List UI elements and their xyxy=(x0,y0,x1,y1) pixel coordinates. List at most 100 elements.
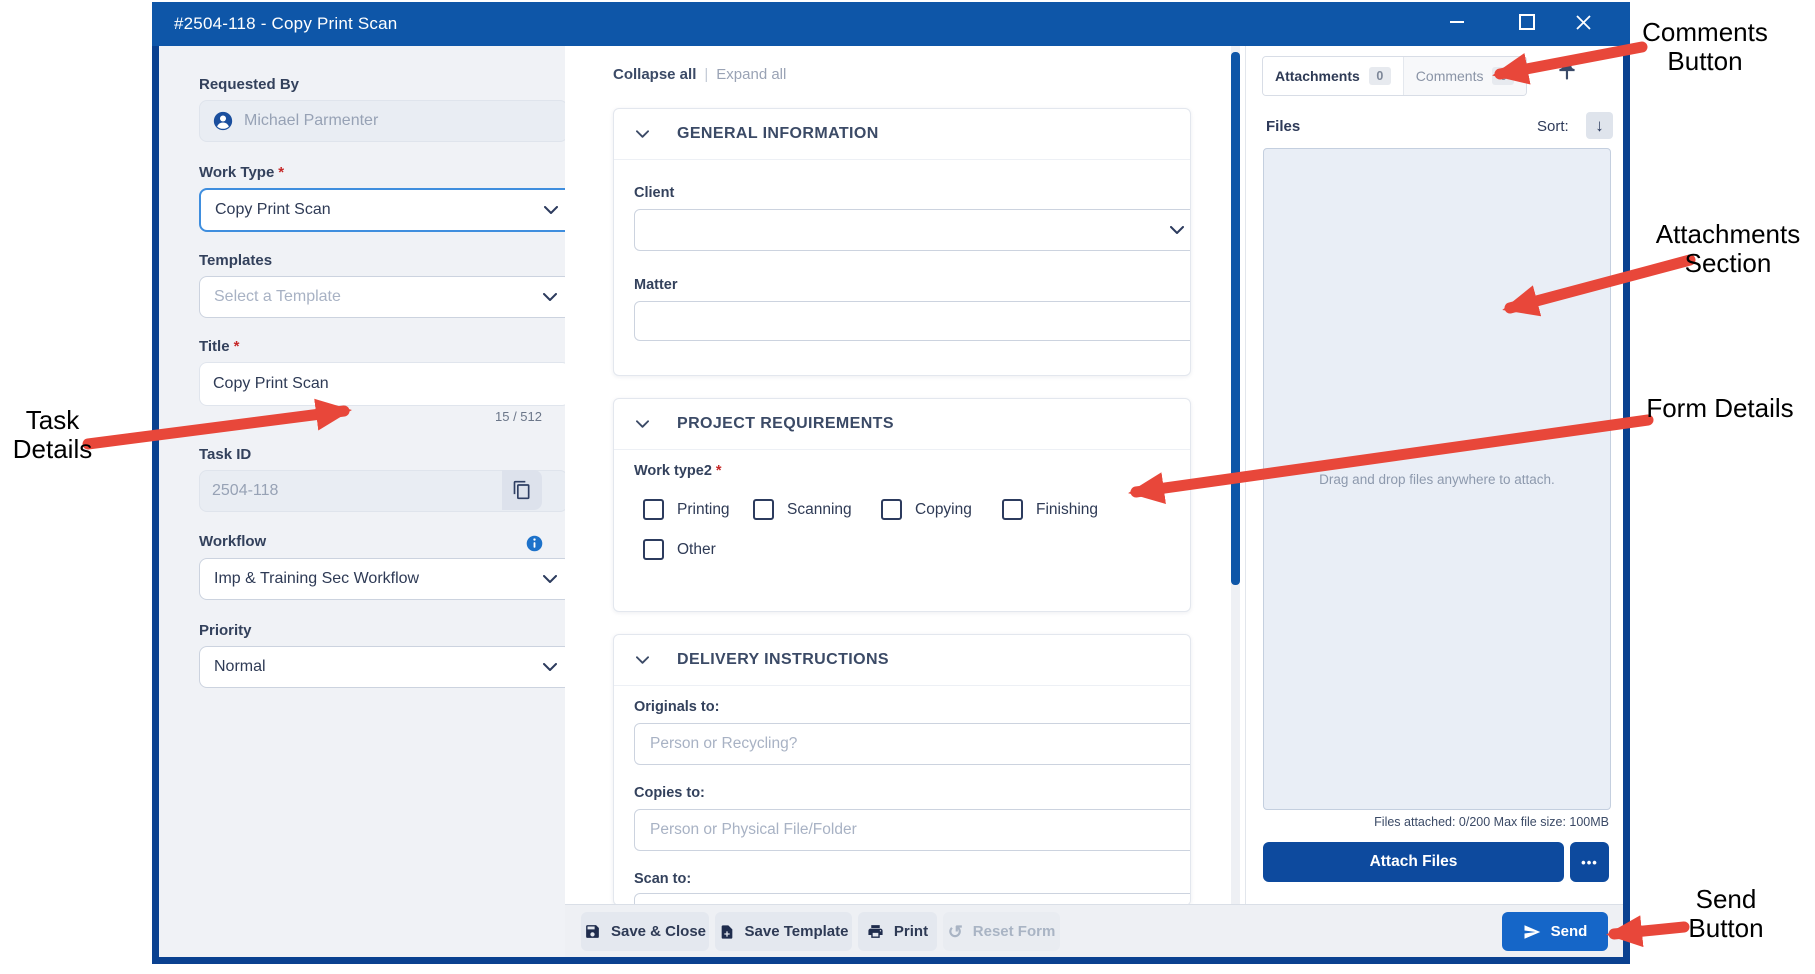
matter-label: Matter xyxy=(634,277,678,293)
chevron-down-icon xyxy=(543,293,557,302)
requested-by-field[interactable]: Michael Parmenter xyxy=(199,100,568,142)
attachments-comments-tabs: Attachments 0 Comments 0 xyxy=(1262,56,1527,96)
checkbox-printing[interactable]: Printing xyxy=(643,499,730,520)
maximize-button[interactable] xyxy=(1504,2,1550,42)
checkbox-scanning[interactable]: Scanning xyxy=(753,499,852,520)
title-input[interactable] xyxy=(199,362,570,406)
annotation-comments-button: Comments Button xyxy=(1610,18,1800,77)
tab-comments[interactable]: Comments 0 xyxy=(1403,57,1527,95)
copies-to-label: Copies to: xyxy=(634,785,705,801)
window-titlebar: #2504-118 - Copy Print Scan xyxy=(152,2,1630,46)
send-icon xyxy=(1523,923,1541,941)
reset-icon: ↺ xyxy=(948,923,963,941)
templates-select[interactable]: Select a Template xyxy=(199,276,572,318)
checkbox-icon xyxy=(643,499,664,520)
save-close-button[interactable]: Save & Close xyxy=(581,912,709,951)
checkbox-copying[interactable]: Copying xyxy=(881,499,972,520)
work-type2-label: Work type2* xyxy=(634,463,722,479)
general-information-header[interactable]: GENERAL INFORMATION xyxy=(614,109,1190,160)
close-button[interactable] xyxy=(1560,2,1606,42)
sort-arrow-icon: ↓ xyxy=(1595,116,1604,136)
copies-to-input[interactable] xyxy=(634,809,1191,851)
originals-to-input-field[interactable] xyxy=(648,734,1184,754)
collapse-all-link[interactable]: Collapse all xyxy=(613,66,696,83)
maximize-icon xyxy=(1519,14,1535,30)
save-template-button[interactable]: Save Template xyxy=(715,912,852,951)
work-type-select[interactable]: Copy Print Scan xyxy=(199,188,574,232)
title-char-counter: 15 / 512 xyxy=(199,409,542,424)
pin-icon xyxy=(1554,56,1580,82)
sort-direction-button[interactable]: ↓ xyxy=(1586,112,1613,139)
required-marker: * xyxy=(278,164,284,181)
save-template-label: Save Template xyxy=(745,923,849,940)
workflow-value: Imp & Training Sec Workflow xyxy=(214,570,419,588)
checkbox-other[interactable]: Other xyxy=(643,539,716,560)
requested-by-value: Michael Parmenter xyxy=(244,112,378,130)
minimize-icon xyxy=(1450,21,1464,23)
reset-form-button[interactable]: ↺ Reset Form xyxy=(943,912,1060,951)
required-marker: * xyxy=(234,338,240,355)
form-scrollbar-thumb[interactable] xyxy=(1231,52,1240,585)
delivery-instructions-header[interactable]: DELIVERY INSTRUCTIONS xyxy=(614,635,1190,686)
task-id-value: 2504-118 xyxy=(212,482,278,500)
task-id-label: Task ID xyxy=(199,446,251,463)
tab-attachments[interactable]: Attachments 0 xyxy=(1263,57,1403,95)
comments-count-badge: 0 xyxy=(1492,67,1514,85)
project-requirements-header[interactable]: PROJECT REQUIREMENTS xyxy=(614,399,1190,450)
attach-files-label: Attach Files xyxy=(1370,853,1458,871)
matter-input[interactable] xyxy=(634,301,1191,341)
checkbox-icon xyxy=(1002,499,1023,520)
templates-placeholder: Select a Template xyxy=(214,288,341,306)
annotation-form-details: Form Details xyxy=(1635,394,1805,423)
send-label: Send xyxy=(1551,923,1588,940)
copy-task-id-button[interactable] xyxy=(502,470,542,510)
collapse-expand-toolbar: Collapse all | Expand all xyxy=(613,66,786,83)
expand-all-link[interactable]: Expand all xyxy=(716,66,786,83)
section-title: GENERAL INFORMATION xyxy=(677,125,879,143)
checkbox-icon xyxy=(881,499,902,520)
annotation-attachments-section: Attachments Section xyxy=(1638,220,1815,279)
priority-value: Normal xyxy=(214,658,266,676)
annotation-send-button: Send Button xyxy=(1646,885,1806,944)
close-icon xyxy=(1576,15,1591,30)
client-select[interactable] xyxy=(634,209,1191,251)
copies-to-input-field[interactable] xyxy=(648,820,1184,840)
work-type-label: Work Type* xyxy=(199,164,284,181)
attach-files-button[interactable]: Attach Files xyxy=(1263,842,1564,882)
minimize-button[interactable] xyxy=(1434,2,1480,42)
checkbox-label: Copying xyxy=(915,501,972,519)
originals-to-input[interactable] xyxy=(634,723,1191,765)
checkbox-finishing[interactable]: Finishing xyxy=(1002,499,1098,520)
file-dropzone[interactable]: Drag and drop files anywhere to attach. xyxy=(1263,148,1611,810)
client-label: Client xyxy=(634,185,674,201)
templates-label: Templates xyxy=(199,252,272,269)
annotation-task-details: Task Details xyxy=(5,406,100,465)
checkbox-icon xyxy=(643,539,664,560)
general-information-section: GENERAL INFORMATION Client Matter xyxy=(613,108,1191,376)
print-button[interactable]: Print xyxy=(858,912,937,951)
required-marker: * xyxy=(716,463,722,479)
checkbox-label: Printing xyxy=(677,501,730,519)
section-title: DELIVERY INSTRUCTIONS xyxy=(677,651,889,669)
send-button[interactable]: Send xyxy=(1502,912,1608,951)
workflow-info-icon[interactable] xyxy=(526,535,543,557)
title-label: Title* xyxy=(199,338,239,355)
window-title: #2504-118 - Copy Print Scan xyxy=(174,14,397,34)
pin-panel-button[interactable] xyxy=(1554,56,1580,87)
section-collapse-icon xyxy=(636,656,649,665)
screenshot-root: #2504-118 - Copy Print Scan Requested By… xyxy=(0,0,1815,974)
sort-label: Sort: xyxy=(1537,118,1569,135)
reset-form-label: Reset Form xyxy=(973,923,1056,940)
more-attach-options-button[interactable]: ••• xyxy=(1570,842,1609,882)
checkbox-label: Other xyxy=(677,541,716,559)
workflow-label: Workflow xyxy=(199,533,266,550)
checkbox-icon xyxy=(753,499,774,520)
priority-label: Priority xyxy=(199,622,252,639)
checkbox-label: Finishing xyxy=(1036,501,1098,519)
toolbar-separator: | xyxy=(704,66,708,83)
files-attached-info: Files attached: 0/200 Max file size: 100… xyxy=(1263,815,1609,829)
priority-select[interactable]: Normal xyxy=(199,646,572,688)
workflow-select[interactable]: Imp & Training Sec Workflow xyxy=(199,558,572,600)
save-close-label: Save & Close xyxy=(611,923,706,940)
chevron-down-icon xyxy=(544,206,558,215)
